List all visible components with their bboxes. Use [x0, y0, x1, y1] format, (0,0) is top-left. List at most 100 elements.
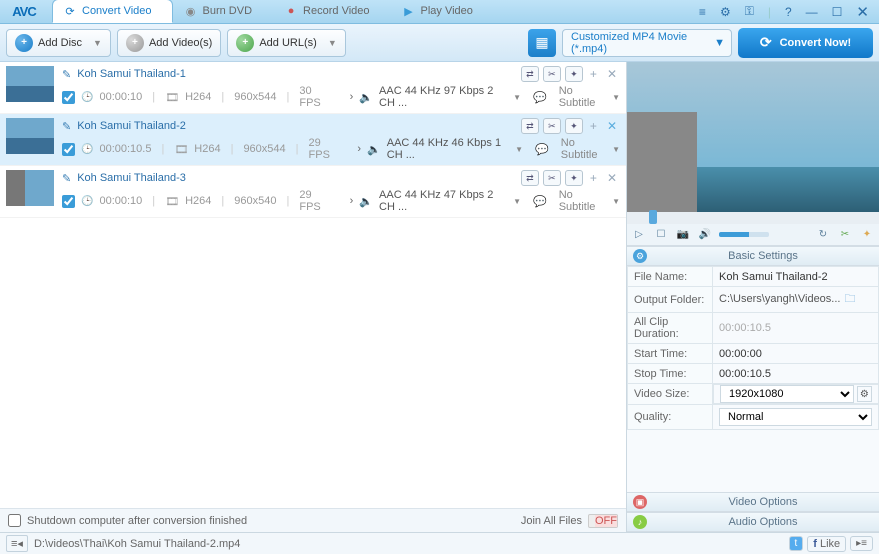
chevron-down-icon[interactable]: ▼ — [612, 93, 620, 102]
chevron-down-icon[interactable]: ▼ — [612, 145, 620, 154]
start-time-input[interactable] — [719, 348, 872, 360]
timeline[interactable] — [627, 212, 879, 224]
audio-info[interactable]: AAC 44 KHz 46 Kbps 1 CH ... — [387, 137, 509, 161]
video-icon: ▣ — [633, 495, 647, 509]
stop-button[interactable]: ☐ — [653, 227, 669, 243]
chevron-down-icon: ▼ — [328, 38, 337, 48]
speaker-icon: 🔈 — [359, 195, 373, 208]
subtitle[interactable]: No Subtitle — [561, 137, 606, 161]
twitter-button[interactable]: t — [789, 536, 804, 551]
edit-icon[interactable]: ✎ — [62, 68, 71, 81]
tab-record-video[interactable]: ● Record Video — [273, 0, 390, 23]
cut-icon[interactable]: ✂ — [543, 66, 561, 82]
film-icon[interactable]: ▦ — [528, 29, 556, 57]
basic-settings-header[interactable]: ⚙ Basic Settings — [627, 246, 879, 266]
collapse-icon[interactable]: ≡◂ — [6, 535, 28, 552]
video-size-select[interactable]: 1920x1080 — [720, 385, 854, 403]
include-checkbox[interactable] — [62, 91, 75, 104]
chevron-down-icon[interactable]: ▼ — [513, 93, 521, 102]
volume-slider[interactable] — [719, 232, 769, 237]
film-icon: 🎞 — [174, 143, 188, 156]
quality-select[interactable]: Normal — [719, 408, 872, 426]
video-options-header[interactable]: ▣ Video Options — [627, 492, 879, 512]
thumbnail — [6, 118, 54, 154]
timeline-cursor[interactable] — [649, 210, 657, 224]
play-icon: ▶ — [402, 4, 416, 18]
add-icon[interactable]: + — [587, 171, 600, 185]
edit-icon[interactable]: ✎ — [62, 172, 71, 185]
mute-button[interactable]: 🔊 — [697, 227, 713, 243]
remove-icon[interactable]: ✕ — [604, 171, 620, 185]
join-toggle[interactable]: OFF — [588, 514, 618, 528]
tab-label: Burn DVD — [203, 5, 253, 17]
video-item[interactable]: ✎ Koh Samui Thailand-2 ⇄ ✂ ✦ + ✕ 🕒 — [0, 114, 626, 166]
include-checkbox[interactable] — [62, 195, 75, 208]
subtitle[interactable]: No Subtitle — [559, 189, 606, 213]
tab-play-video[interactable]: ▶ Play Video — [391, 0, 494, 23]
settings-icon[interactable]: ⚙ — [716, 3, 735, 21]
toggle-off-label: OFF — [595, 515, 617, 527]
fb-like-button[interactable]: fLike — [807, 536, 846, 552]
clock-icon: 🕒 — [81, 92, 93, 103]
chevron-down-icon[interactable]: ▼ — [612, 197, 620, 206]
audio-info[interactable]: AAC 44 KHz 47 Kbps 2 CH ... — [379, 189, 507, 213]
chat-icon: 💬 — [533, 91, 547, 104]
stop-time-input[interactable] — [719, 368, 872, 380]
add-icon[interactable]: + — [587, 67, 600, 81]
output-format-select[interactable]: Customized MP4 Movie (*.mp4) ▼ — [562, 29, 732, 57]
cut-icon[interactable]: ✂ — [543, 118, 561, 134]
loop-icon[interactable]: ↻ — [815, 227, 831, 243]
shutdown-label: Shutdown computer after conversion finis… — [27, 515, 247, 527]
play-button[interactable]: ▷ — [631, 227, 647, 243]
tab-convert-video[interactable]: ⟳ Convert Video — [52, 0, 173, 23]
subtitle[interactable]: No Subtitle — [559, 85, 606, 109]
codec: H264 — [185, 91, 211, 103]
wand-icon[interactable]: ✦ — [565, 118, 583, 134]
file-name-input[interactable] — [719, 271, 872, 283]
add-disc-button[interactable]: + Add Disc ▼ — [6, 29, 111, 57]
audio-info[interactable]: AAC 44 KHz 97 Kbps 2 CH ... — [379, 85, 507, 109]
menu-icon[interactable]: ≡ — [695, 3, 710, 21]
cut-icon[interactable]: ✂ — [543, 170, 561, 186]
film-icon: 🎞 — [165, 195, 179, 208]
minimize-icon[interactable]: ― — [802, 3, 822, 21]
add-urls-button[interactable]: + Add URL(s) ▼ — [227, 29, 345, 57]
wand-icon[interactable]: ✦ — [859, 227, 875, 243]
list-footer: Shutdown computer after conversion finis… — [0, 508, 626, 532]
shutdown-checkbox[interactable] — [8, 514, 21, 527]
chevron-down-icon[interactable]: ▼ — [513, 197, 521, 206]
remove-icon[interactable]: ✕ — [604, 119, 620, 133]
wand-icon[interactable]: ✦ — [565, 66, 583, 82]
swap-icon[interactable]: ⇄ — [521, 170, 539, 186]
advanced-icon[interactable]: ⚙ — [857, 386, 871, 402]
swap-icon[interactable]: ⇄ — [521, 66, 539, 82]
chevron-down-icon[interactable]: ▼ — [515, 145, 523, 154]
refresh-icon: ⟳ — [760, 34, 772, 51]
convert-button[interactable]: ⟳ Convert Now! — [738, 28, 873, 58]
help-icon[interactable]: ? — [781, 3, 796, 21]
folder-icon[interactable]: 🗀 — [844, 293, 855, 305]
add-videos-button[interactable]: + Add Video(s) — [117, 29, 221, 57]
tab-burn-dvd[interactable]: ◉ Burn DVD — [173, 0, 274, 23]
close-icon[interactable]: ✕ — [852, 1, 873, 23]
chat-icon: 💬 — [535, 143, 549, 156]
video-item[interactable]: ✎ Koh Samui Thailand-3 ⇄ ✂ ✦ + ✕ 🕒 — [0, 166, 626, 218]
output-format-value: Customized MP4 Movie (*.mp4) — [571, 31, 713, 55]
chat-icon: 💬 — [533, 195, 547, 208]
like-label: Like — [820, 538, 840, 550]
video-name: Koh Samui Thailand-2 — [77, 120, 186, 132]
include-checkbox[interactable] — [62, 143, 75, 156]
swap-icon[interactable]: ⇄ — [521, 118, 539, 134]
expand-icon[interactable]: ▸≡ — [850, 536, 873, 551]
audio-options-header[interactable]: ♪ Audio Options — [627, 512, 879, 532]
thumbnail — [6, 170, 54, 206]
cut-icon[interactable]: ✂ — [837, 227, 853, 243]
remove-icon[interactable]: ✕ — [604, 67, 620, 81]
maximize-icon[interactable]: ☐ — [828, 3, 847, 21]
wand-icon[interactable]: ✦ — [565, 170, 583, 186]
key-icon[interactable]: ⚿ — [741, 2, 758, 21]
snapshot-button[interactable]: 📷 — [675, 227, 691, 243]
add-icon[interactable]: + — [587, 119, 600, 133]
video-item[interactable]: ✎ Koh Samui Thailand-1 ⇄ ✂ ✦ + ✕ 🕒 — [0, 62, 626, 114]
edit-icon[interactable]: ✎ — [62, 120, 71, 133]
